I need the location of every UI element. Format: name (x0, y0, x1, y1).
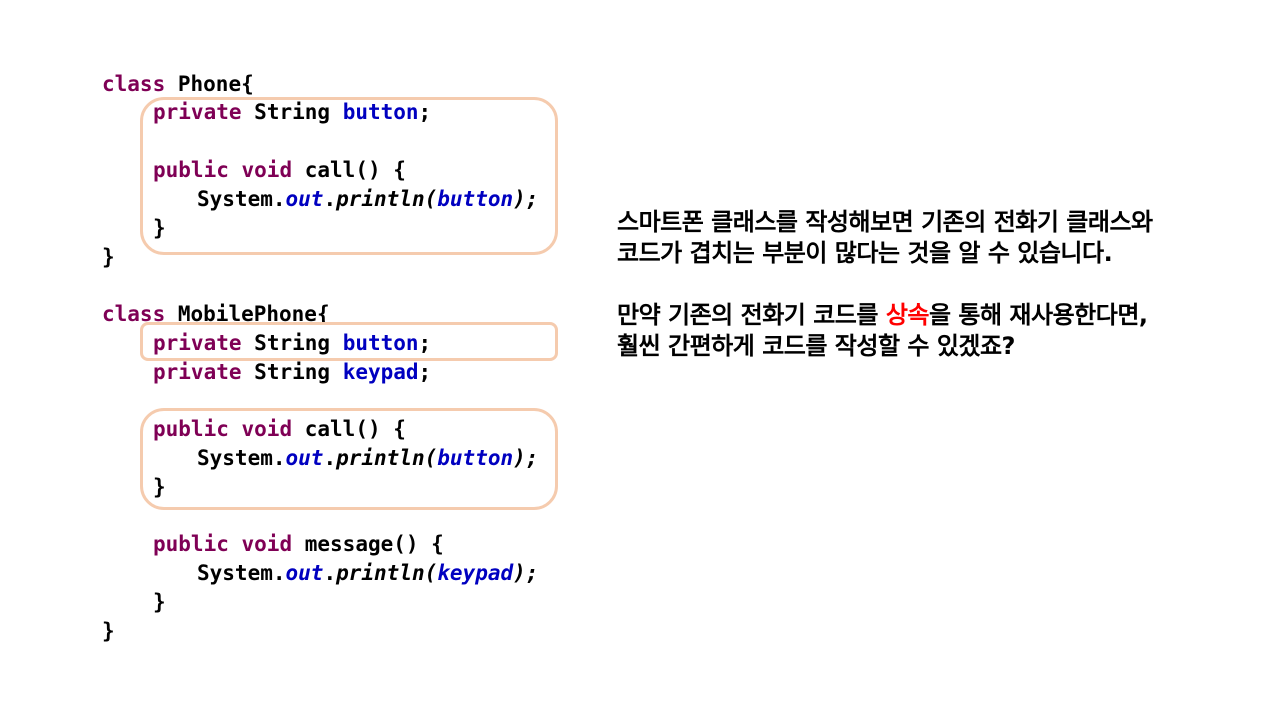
explanation-text-post: 을 통해 재사용한다면, (928, 301, 1148, 329)
class-name: Phone{ (177, 72, 254, 96)
explanation-text-pre: 만약 기존의 전화기 코드를 (617, 301, 886, 329)
class-close-brace: } (102, 245, 115, 269)
code-line-phone-class: class Phone{ (102, 70, 254, 98)
explanation-line: 코드가 겹치는 부분이 많다는 것을 알 수 있습니다. (617, 239, 1113, 267)
keyword-void: void (241, 532, 293, 556)
field-name: keypad (342, 360, 419, 384)
code-line-field-keypad: private String keypad; (153, 358, 431, 386)
inheritance-highlight: 상속 (885, 301, 930, 329)
method-close-brace: } (153, 590, 166, 614)
method-signature: message() { (304, 532, 444, 556)
keyword-private: private (153, 360, 242, 384)
highlight-box-duplicate-field (140, 322, 558, 361)
keyword-public: public (153, 532, 229, 556)
out-ref: out (285, 561, 324, 585)
highlight-box-phone-members (140, 97, 558, 255)
class-close-brace: } (102, 619, 115, 643)
code-line-body-message: System.out.println(keypad); (197, 559, 538, 587)
system-ref: System. (197, 561, 286, 585)
type-name: String (254, 360, 331, 384)
println-call: println( (336, 561, 438, 585)
explanation-line: 훨씬 간편하게 코드를 작성할 수 있겠죠? (617, 332, 1015, 360)
highlight-box-duplicate-method (140, 408, 558, 510)
dot: . (323, 561, 337, 585)
explanation-text: 스마트폰 클래스를 작성해보면 기존의 전화기 클래스와 코드가 겹치는 부분이… (617, 207, 1267, 362)
code-line-method-message: public void message() { (153, 530, 444, 558)
arg-ref: keypad (437, 561, 514, 585)
call-end: ); (513, 561, 539, 585)
explanation-line: 만약 기존의 전화기 코드를 상속을 통해 재사용한다면, (617, 300, 1267, 331)
keyword-class: class (102, 72, 166, 96)
explanation-line: 스마트폰 클래스를 작성해보면 기존의 전화기 클래스와 (617, 208, 1153, 236)
semicolon: ; (418, 360, 432, 384)
